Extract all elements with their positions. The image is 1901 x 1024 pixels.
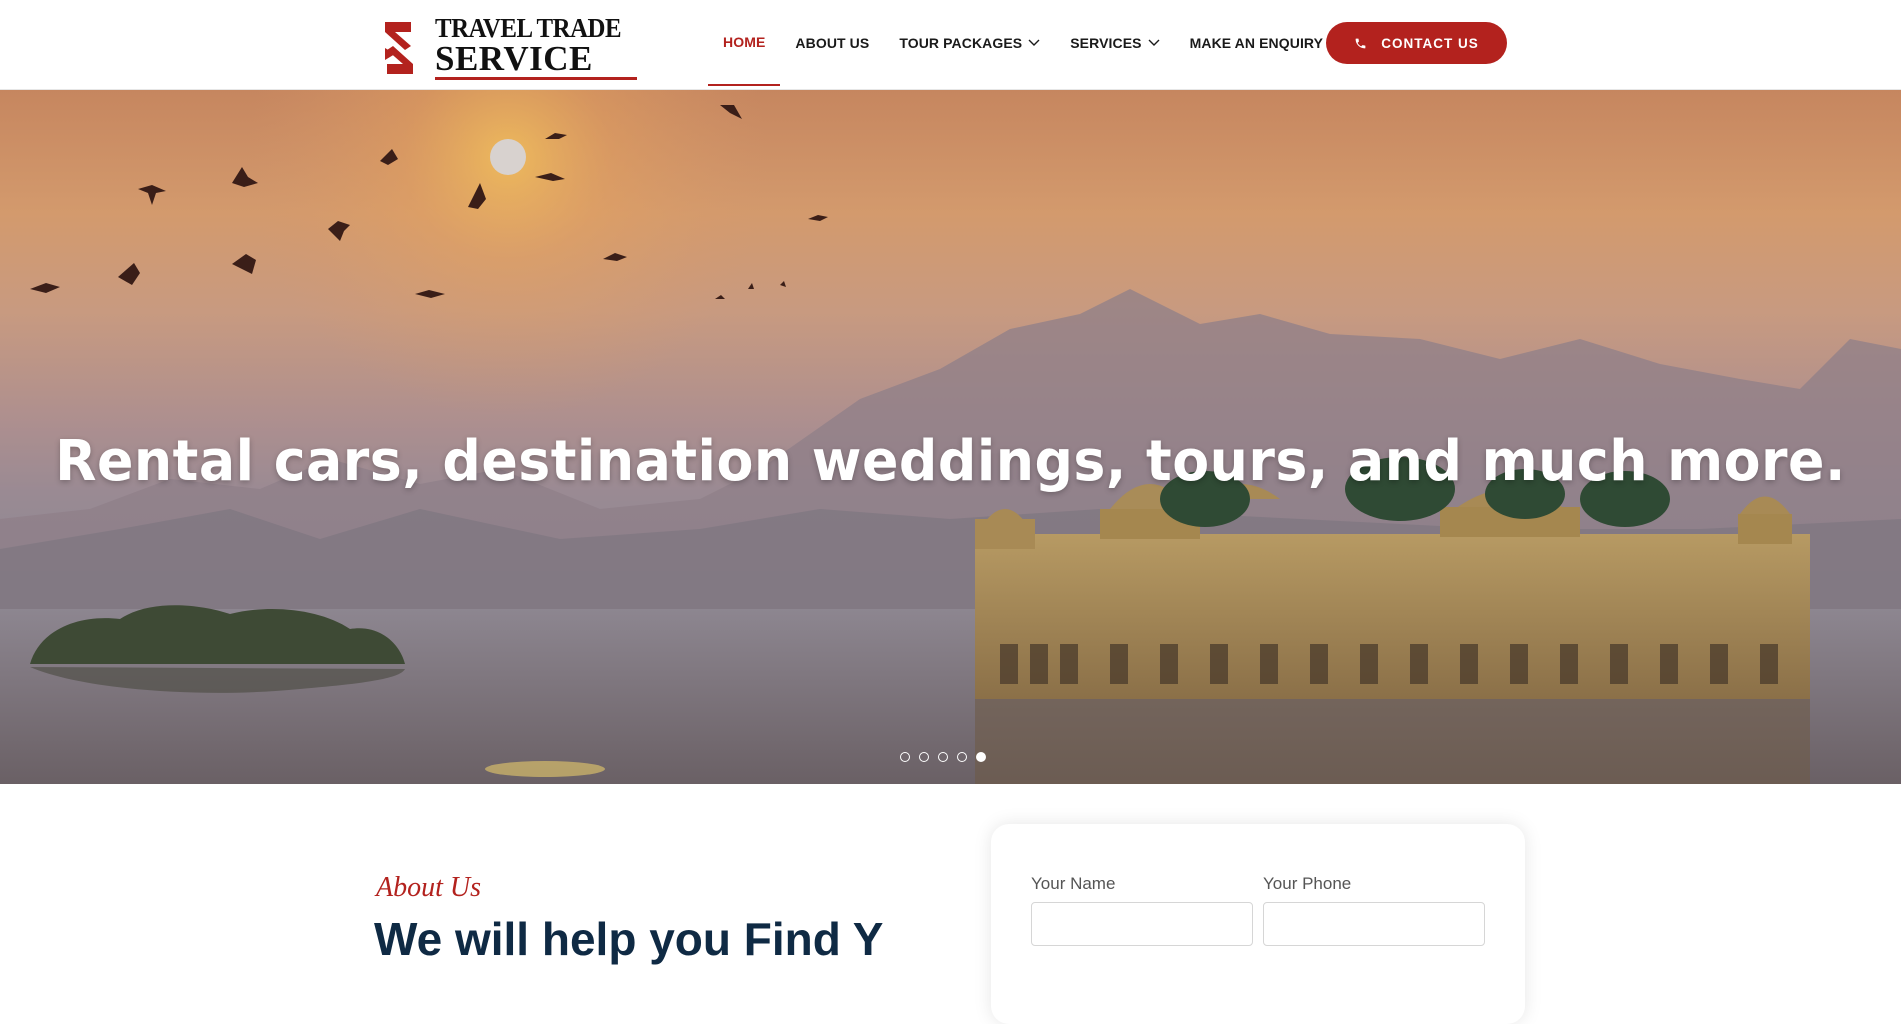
- main-nav: HOME ABOUT US TOUR PACKAGES SERVICES MAK…: [708, 0, 1353, 86]
- your-phone-label: Your Phone: [1263, 874, 1352, 893]
- slider-dot[interactable]: [900, 752, 910, 762]
- nav-services-label: SERVICES: [1070, 35, 1142, 51]
- your-phone-input[interactable]: [1263, 902, 1485, 946]
- nav-tour-packages-label: TOUR PACKAGES: [899, 35, 1023, 51]
- hero-slider: Rental cars, destination weddings, tours…: [0, 89, 1901, 784]
- chevron-down-icon: [1148, 39, 1160, 46]
- nav-make-an-enquiry-label: MAKE AN ENQUIRY: [1189, 35, 1324, 51]
- slider-dot-active[interactable]: [976, 752, 986, 762]
- your-name-label: Your Name: [1031, 874, 1116, 893]
- site-logo[interactable]: TRAVEL TRADE SERVICE: [383, 13, 638, 80]
- nav-tour-packages[interactable]: TOUR PACKAGES: [899, 0, 1040, 86]
- site-header: TRAVEL TRADE SERVICE HOME ABOUT US TOUR …: [0, 0, 1901, 90]
- phone-icon: [1355, 38, 1366, 48]
- hero-heading: Rental cars, destination weddings, tours…: [55, 428, 1846, 494]
- nav-home[interactable]: HOME: [708, 0, 781, 86]
- chevron-down-icon: [1028, 39, 1040, 46]
- nav-make-an-enquiry[interactable]: MAKE AN ENQUIRY: [1190, 0, 1323, 86]
- nav-home-label: HOME: [723, 33, 766, 50]
- nav-about-us-label: ABOUT US: [795, 35, 870, 51]
- contact-us-button[interactable]: CONTACT US: [1326, 22, 1507, 64]
- nav-services[interactable]: SERVICES: [1070, 0, 1160, 86]
- logo-text-line2: SERVICE: [435, 41, 638, 80]
- logo-text-line1: TRAVEL TRADE: [435, 13, 622, 43]
- contact-us-label: CONTACT US: [1381, 35, 1479, 51]
- your-name-input[interactable]: [1031, 902, 1253, 946]
- slider-dot[interactable]: [919, 752, 929, 762]
- slider-pagination: [900, 752, 995, 762]
- slider-dot[interactable]: [957, 752, 967, 762]
- logo-mark-icon: [385, 21, 413, 74]
- slider-dot[interactable]: [938, 752, 948, 762]
- about-us-tag: About Us: [376, 872, 481, 903]
- nav-about-us[interactable]: ABOUT US: [795, 0, 869, 86]
- enquiry-form-card: Your Name Your Phone: [991, 824, 1525, 1024]
- about-heading: We will help you Find Y: [374, 913, 884, 965]
